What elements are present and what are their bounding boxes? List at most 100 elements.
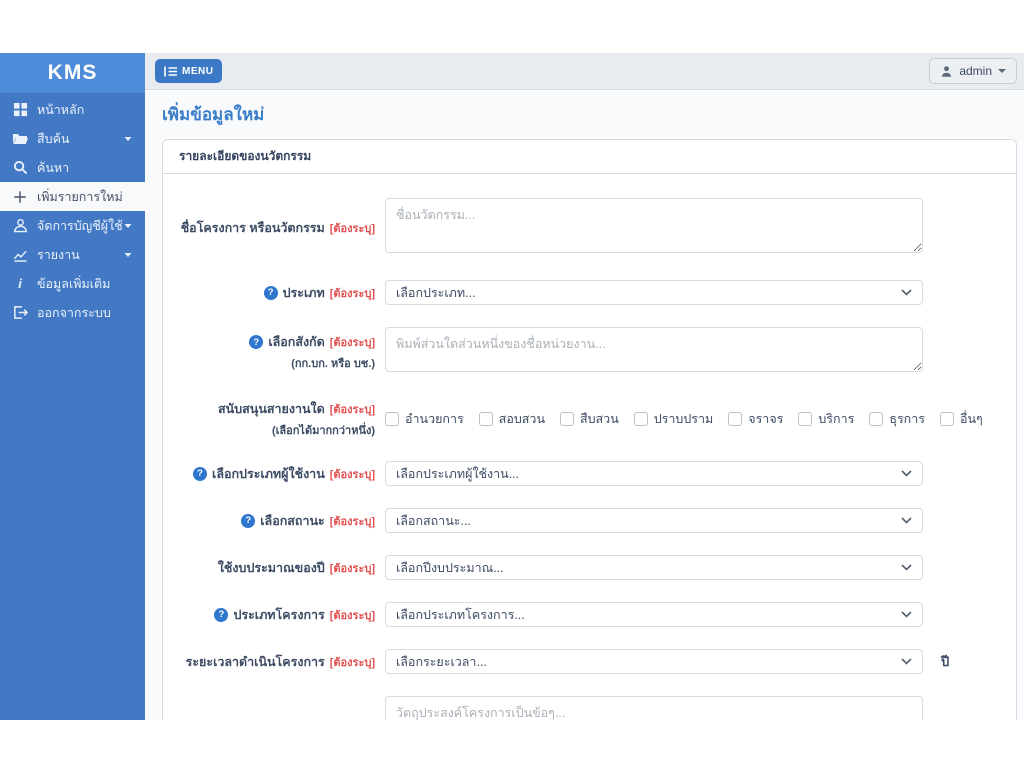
chevron-down-icon bbox=[901, 564, 912, 571]
card-header: รายละเอียดของนวัตกรรม bbox=[163, 140, 1016, 174]
sidebar-item-search[interactable]: ค้นหา bbox=[0, 153, 145, 182]
checkbox[interactable] bbox=[560, 412, 574, 426]
info-icon: i bbox=[12, 276, 28, 292]
field-label: เลือกสังกัด bbox=[268, 332, 324, 352]
field-row-support: สนับสนุนสายงานใด [ต้องระบุ] (เลือกได้มาก… bbox=[179, 399, 1000, 439]
checkbox-option[interactable]: อื่นๆ bbox=[940, 409, 983, 429]
required-tag: [ต้องระบุ] bbox=[330, 219, 375, 237]
user-icon bbox=[940, 65, 953, 78]
affiliation-input[interactable] bbox=[385, 327, 923, 372]
type-select[interactable]: เลือกประเภท... bbox=[385, 280, 923, 305]
logout-icon bbox=[12, 305, 28, 321]
caret-down-icon bbox=[998, 69, 1006, 73]
checkbox[interactable] bbox=[869, 412, 883, 426]
sidebar-item-add-new[interactable]: เพิ่มรายการใหม่ bbox=[0, 182, 145, 211]
plus-icon bbox=[12, 189, 28, 205]
sidebar-item-logout[interactable]: ออกจากระบบ bbox=[0, 298, 145, 327]
checkbox-option[interactable]: สืบสวน bbox=[560, 409, 619, 429]
field-row-affiliation: ? เลือกสังกัด [ต้องระบุ] (กก.บก. หรือ บช… bbox=[179, 327, 1000, 377]
sidebar-item-label: จัดการบัญชีผู้ใช้งาน bbox=[37, 216, 123, 236]
field-label: เลือกประเภทผู้ใช้งาน bbox=[212, 464, 325, 484]
checkbox-option[interactable]: สอบสวน bbox=[479, 409, 545, 429]
menu-toggle-button[interactable]: MENU bbox=[155, 59, 222, 83]
menu-button-label: MENU bbox=[182, 66, 213, 77]
checkbox-option[interactable]: ธุรการ bbox=[869, 409, 925, 429]
required-tag: [ต้องระบุ] bbox=[330, 333, 375, 351]
sidebar-item-label: ข้อมูลเพิ่มเติม bbox=[37, 274, 133, 294]
sidebar-item-label: ออกจากระบบ bbox=[37, 303, 133, 323]
support-checkbox-group: อำนวยการ สอบสวน สืบสวน ปราบปราม จราจร บร… bbox=[385, 409, 923, 429]
chevron-down-icon bbox=[901, 611, 912, 618]
required-tag: [ต้องระบุ] bbox=[330, 465, 375, 483]
field-row-objective: วัตถุประสงค์โครงการ bbox=[179, 696, 1000, 720]
checkbox[interactable] bbox=[728, 412, 742, 426]
sidebar-item-reports[interactable]: รายงาน bbox=[0, 240, 145, 269]
main-area: MENU admin เพิ่มข้อมูลใหม่ รายละเอียดของ… bbox=[145, 53, 1024, 720]
user-menu-button[interactable]: admin bbox=[929, 58, 1017, 84]
sidebar-item-manage-users[interactable]: จัดการบัญชีผู้ใช้งาน bbox=[0, 211, 145, 240]
field-sublabel: (เลือกได้มากกว่าหนึ่ง) bbox=[179, 421, 375, 439]
sidebar-item-home[interactable]: หน้าหลัก bbox=[0, 95, 145, 124]
project-type-select[interactable]: เลือกประเภทโครงการ... bbox=[385, 602, 923, 627]
field-row-user-type: ? เลือกประเภทผู้ใช้งาน [ต้องระบุ] เลือกป… bbox=[179, 461, 1000, 486]
help-icon[interactable]: ? bbox=[193, 467, 207, 481]
chevron-down-icon bbox=[123, 250, 133, 260]
app-window: KMS หน้าหลัก สืบค้น bbox=[0, 53, 1024, 720]
field-label: ชื่อโครงการ หรือนวัตกรรม bbox=[181, 218, 325, 238]
brand-logo: KMS bbox=[0, 53, 145, 93]
checkbox-option[interactable]: ปราบปราม bbox=[634, 409, 714, 429]
required-tag: [ต้องระบุ] bbox=[330, 559, 375, 577]
sidebar-item-label: รายงาน bbox=[37, 245, 123, 265]
help-icon[interactable]: ? bbox=[264, 286, 278, 300]
required-tag: [ต้องระบุ] bbox=[330, 400, 375, 418]
checkbox[interactable] bbox=[479, 412, 493, 426]
sidebar-item-label: หน้าหลัก bbox=[37, 100, 133, 120]
select-value: เลือกระยะเวลา... bbox=[396, 652, 487, 672]
required-tag: [ต้องระบุ] bbox=[330, 512, 375, 530]
field-label: ประเภทโครงการ bbox=[233, 605, 324, 625]
select-value: เลือกปีงบประมาณ... bbox=[396, 558, 504, 578]
field-row-project-type: ? ประเภทโครงการ [ต้องระบุ] เลือกประเภทโค… bbox=[179, 602, 1000, 627]
field-label: ระยะเวลาดำเนินโครงการ bbox=[186, 652, 325, 672]
menu-icon bbox=[164, 66, 177, 77]
chevron-down-icon bbox=[901, 517, 912, 524]
field-row-type: ? ประเภท [ต้องระบุ] เลือกประเภท... bbox=[179, 280, 1000, 305]
checkbox-option[interactable]: บริการ bbox=[798, 409, 854, 429]
checkbox-option[interactable]: จราจร bbox=[728, 409, 783, 429]
select-value: เลือกประเภทผู้ใช้งาน... bbox=[396, 464, 519, 484]
user-type-select[interactable]: เลือกประเภทผู้ใช้งาน... bbox=[385, 461, 923, 486]
user-name: admin bbox=[959, 64, 992, 78]
sidebar-item-label: เพิ่มรายการใหม่ bbox=[37, 187, 133, 207]
field-row-name: ชื่อโครงการ หรือนวัตกรรม [ต้องระบุ] bbox=[179, 198, 1000, 258]
checkbox-option[interactable]: อำนวยการ bbox=[385, 409, 464, 429]
chevron-down-icon bbox=[901, 289, 912, 296]
innovation-name-input[interactable] bbox=[385, 198, 923, 253]
select-value: เลือกประเภทโครงการ... bbox=[396, 605, 525, 625]
sidebar-item-label: ค้นหา bbox=[37, 158, 133, 178]
status-select[interactable]: เลือกสถานะ... bbox=[385, 508, 923, 533]
duration-select[interactable]: เลือกระยะเวลา... bbox=[385, 649, 923, 674]
checkbox[interactable] bbox=[385, 412, 399, 426]
duration-unit-label: ปี bbox=[941, 651, 949, 672]
sidebar-item-more-info[interactable]: i ข้อมูลเพิ่มเติม bbox=[0, 269, 145, 298]
budget-year-select[interactable]: เลือกปีงบประมาณ... bbox=[385, 555, 923, 580]
page-title: เพิ่มข้อมูลใหม่ bbox=[162, 101, 1017, 128]
checkbox[interactable] bbox=[940, 412, 954, 426]
sidebar: KMS หน้าหลัก สืบค้น bbox=[0, 53, 145, 720]
field-row-duration: ระยะเวลาดำเนินโครงการ [ต้องระบุ] เลือกระ… bbox=[179, 649, 1000, 674]
select-value: เลือกสถานะ... bbox=[396, 511, 471, 531]
help-icon[interactable]: ? bbox=[214, 608, 228, 622]
objective-input[interactable] bbox=[385, 696, 923, 720]
search-icon bbox=[12, 160, 28, 176]
page-content: เพิ่มข้อมูลใหม่ รายละเอียดของนวัตกรรม ชื… bbox=[145, 90, 1024, 720]
chart-icon bbox=[12, 247, 28, 263]
user-icon bbox=[12, 218, 28, 234]
checkbox[interactable] bbox=[798, 412, 812, 426]
help-icon[interactable]: ? bbox=[241, 514, 255, 528]
field-label: ใช้งบประมาณของปี bbox=[218, 558, 325, 578]
sidebar-item-browse[interactable]: สืบค้น bbox=[0, 124, 145, 153]
checkbox[interactable] bbox=[634, 412, 648, 426]
required-tag: [ต้องระบุ] bbox=[330, 606, 375, 624]
help-icon[interactable]: ? bbox=[249, 335, 263, 349]
chevron-down-icon bbox=[123, 134, 133, 144]
